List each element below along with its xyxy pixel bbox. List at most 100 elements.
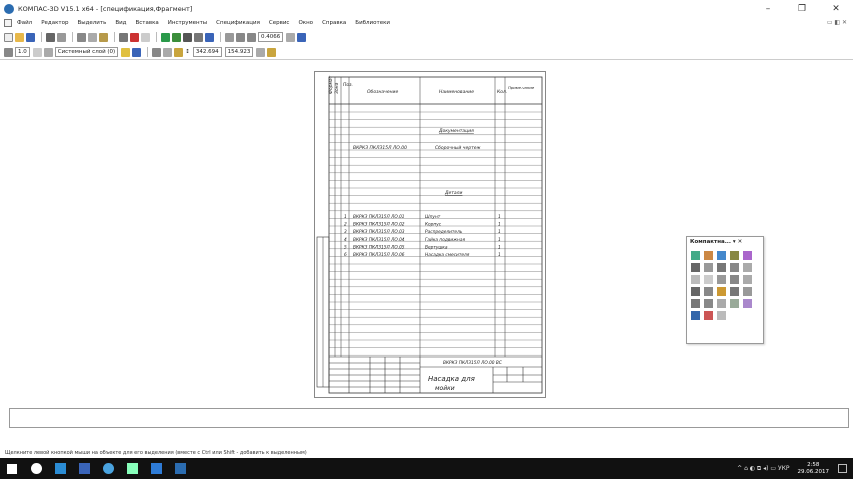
mdi-window-controls[interactable]: ▭ ◧ ✕ <box>827 19 847 26</box>
grid-app-icon[interactable] <box>168 458 192 479</box>
table-headers: Формат Зона Поз. Обозначение Наименовани… <box>328 75 535 95</box>
notification-icon[interactable] <box>838 464 847 473</box>
preview-icon[interactable] <box>57 32 66 42</box>
measure-icon[interactable] <box>194 32 203 42</box>
polygon-icon[interactable] <box>730 299 739 308</box>
table-tool-icon[interactable] <box>717 263 726 272</box>
yandex-browser-icon[interactable] <box>24 458 48 479</box>
menu-view[interactable]: Вид <box>115 20 126 26</box>
box-tool-icon[interactable] <box>730 263 739 272</box>
layer-color-icon[interactable] <box>121 47 131 57</box>
clock-date: 29.06.2017 <box>797 468 830 475</box>
app-circle-icon[interactable] <box>96 458 120 479</box>
fillet-icon[interactable] <box>704 299 713 308</box>
menu-editor[interactable]: Редактор <box>41 20 68 26</box>
minimize-button[interactable]: – <box>751 0 785 17</box>
compact-panel-header[interactable]: Компактна... ▾ ✕ <box>687 237 763 248</box>
document-icon[interactable] <box>4 19 12 27</box>
polyline-icon[interactable] <box>717 275 726 284</box>
curve-icon[interactable] <box>743 287 752 296</box>
compact-panel[interactable]: Компактна... ▾ ✕ <box>686 236 764 344</box>
grid-icon[interactable] <box>152 47 162 57</box>
menu-libraries[interactable]: Библиотеки <box>355 20 390 26</box>
coord-dropdown-icon[interactable] <box>256 47 266 57</box>
menu-help[interactable]: Справка <box>322 20 346 26</box>
open-folder-icon[interactable] <box>15 32 24 42</box>
tool-app-icon[interactable] <box>120 458 144 479</box>
zoom-in-icon[interactable] <box>236 32 245 42</box>
menu-specification[interactable]: Спецификация <box>216 20 260 26</box>
arc-icon[interactable] <box>743 275 752 284</box>
close-button[interactable]: ✕ <box>819 0 853 17</box>
tray-icons[interactable]: ^ ⌂ ◐ ⧉ ◂) ▭ УКР <box>737 465 789 473</box>
start-button[interactable] <box>0 458 24 479</box>
dash-line-icon[interactable] <box>691 275 700 284</box>
snap-icon[interactable] <box>132 47 142 57</box>
circle-icon[interactable] <box>730 275 739 284</box>
menu-select[interactable]: Выделить <box>77 20 106 26</box>
zoom-out-icon[interactable] <box>247 32 256 42</box>
help-icon[interactable] <box>205 32 214 42</box>
coord-x-field[interactable]: 342.694 <box>192 47 222 57</box>
row-pos: 5 <box>344 244 347 250</box>
properties-icon[interactable] <box>119 32 128 42</box>
row-designation: ВКРКЗ ПКЛЗ15Л ЛО.01 <box>353 214 405 220</box>
ortho-icon[interactable] <box>163 47 173 57</box>
zoom-field[interactable]: 0.4066 <box>258 32 284 42</box>
refresh-icon[interactable] <box>297 32 307 42</box>
fill-icon[interactable] <box>717 287 726 296</box>
paste-icon[interactable] <box>99 32 108 42</box>
offset-icon[interactable] <box>717 311 726 320</box>
copy-icon[interactable] <box>88 32 97 42</box>
menu-window[interactable]: Окно <box>298 20 313 26</box>
library-icon[interactable] <box>172 32 181 42</box>
file-explorer-icon[interactable] <box>48 458 72 479</box>
edit-icon[interactable] <box>730 251 739 260</box>
manager-icon[interactable] <box>161 32 170 42</box>
menu-file[interactable]: Файл <box>17 20 32 26</box>
hatch-icon[interactable] <box>704 287 713 296</box>
zoom-window-icon[interactable] <box>225 32 234 42</box>
contour-icon[interactable] <box>743 299 752 308</box>
save-icon[interactable] <box>26 32 35 42</box>
line-width-field[interactable]: 1.0 <box>15 47 30 57</box>
percent-tool-icon[interactable] <box>704 263 713 272</box>
undo-icon[interactable] <box>130 32 139 42</box>
layer-icon[interactable] <box>43 47 53 57</box>
line-icon[interactable] <box>704 275 713 284</box>
kompas-taskbar-icon[interactable] <box>144 458 168 479</box>
new-document-icon[interactable] <box>4 32 13 42</box>
property-bar[interactable] <box>9 408 849 428</box>
redo-icon[interactable] <box>141 32 150 42</box>
text-tool-icon[interactable] <box>691 263 700 272</box>
grid-tool-icon[interactable] <box>743 263 752 272</box>
geometry-tools-icon[interactable] <box>691 251 700 260</box>
aux-line-icon[interactable] <box>704 311 713 320</box>
zoom-dropdown-icon[interactable] <box>286 32 296 42</box>
cursor-snap-icon[interactable] <box>267 47 277 57</box>
designations-icon[interactable] <box>717 251 726 260</box>
parametrization-icon[interactable] <box>743 251 752 260</box>
coord-y-field[interactable]: 154.923 <box>224 47 254 57</box>
rectangle-icon[interactable] <box>717 299 726 308</box>
ellipse-icon[interactable] <box>691 287 700 296</box>
cut-icon[interactable] <box>77 32 86 42</box>
layer-select[interactable]: Системный слой (0) <box>54 47 119 57</box>
menu-insert[interactable]: Вставка <box>135 20 158 26</box>
kompas-app-icon <box>4 3 14 14</box>
line-width-dropdown-icon[interactable] <box>32 47 42 57</box>
dimensions-icon[interactable] <box>704 251 713 260</box>
collect-icon[interactable] <box>691 311 700 320</box>
header-pos: Поз. <box>343 82 353 88</box>
spline-icon[interactable] <box>730 287 739 296</box>
menu-service[interactable]: Сервис <box>269 20 290 26</box>
menu-tools[interactable]: Инструменты <box>168 20 207 26</box>
save-app-icon[interactable] <box>72 458 96 479</box>
local-cs-icon[interactable] <box>174 47 184 57</box>
specification-sheet[interactable]: Формат Зона Поз. Обозначение Наименовани… <box>314 71 546 398</box>
chamfer-icon[interactable] <box>691 299 700 308</box>
variables-icon[interactable] <box>183 32 192 42</box>
print-icon[interactable] <box>46 32 55 42</box>
maximize-button[interactable]: ❐ <box>785 0 819 17</box>
clock[interactable]: 2:58 29.06.2017 <box>798 462 830 476</box>
